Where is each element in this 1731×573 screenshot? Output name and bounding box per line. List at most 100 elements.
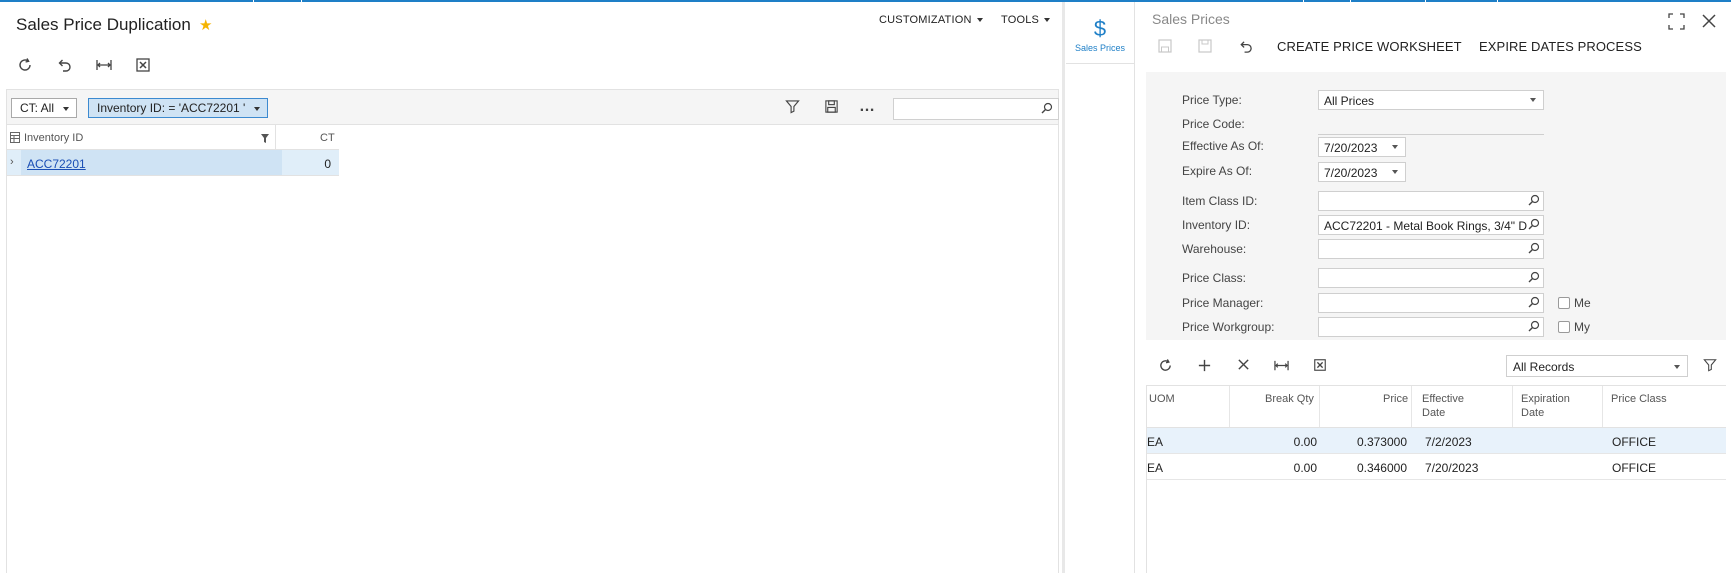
search-icon[interactable] — [1528, 296, 1540, 311]
my-checkbox-label: My — [1574, 320, 1590, 334]
ct-cell: 0 — [324, 157, 331, 171]
sales-prices-tab-label: Sales Prices — [1074, 43, 1126, 53]
checkbox-box[interactable] — [1558, 297, 1570, 309]
grid-header: Inventory ID CT — [7, 125, 339, 150]
search-icon[interactable] — [1528, 271, 1540, 286]
me-checkbox[interactable]: Me — [1558, 296, 1591, 310]
column-header-effective-date[interactable]: Effective Date — [1422, 392, 1464, 420]
search-icon[interactable] — [1528, 320, 1540, 335]
side-panel-tabs: $ Sales Prices — [1065, 2, 1135, 573]
search-icon[interactable] — [1041, 102, 1053, 117]
my-checkbox[interactable]: My — [1558, 320, 1590, 334]
sales-prices-grid: UOM Break Qty Price Effective Date Expira… — [1146, 385, 1726, 573]
customization-menu[interactable]: CUSTOMIZATION — [879, 14, 983, 26]
warehouse-label: Warehouse: — [1182, 242, 1247, 256]
chevron-down-icon — [1044, 18, 1051, 23]
undo-icon[interactable] — [55, 57, 73, 75]
search-box[interactable] — [893, 98, 1059, 120]
close-icon[interactable] — [1701, 13, 1719, 31]
search-input[interactable] — [894, 99, 1034, 119]
fit-columns-icon[interactable] — [95, 57, 113, 75]
column-header-price[interactable]: Price — [1383, 392, 1408, 406]
price-type-value: All Prices — [1324, 94, 1375, 108]
expire-dates-process-button[interactable]: EXPIRE DATES PROCESS — [1479, 39, 1642, 54]
column-header-inventory-id[interactable]: Inventory ID — [24, 132, 83, 144]
save-filter-icon[interactable] — [822, 99, 840, 117]
save-and-close-icon[interactable] — [1196, 39, 1214, 57]
chevron-down-icon — [1530, 98, 1536, 102]
chevron-down-icon — [1392, 170, 1398, 174]
filter-icon[interactable] — [783, 99, 801, 117]
grid-header: UOM Break Qty Price Effective Date Expira… — [1147, 386, 1726, 428]
price-workgroup-field[interactable] — [1318, 317, 1544, 337]
excel-export-icon[interactable] — [134, 57, 152, 75]
refresh-icon[interactable] — [1156, 358, 1174, 376]
effective-date-cell: 7/2/2023 — [1425, 435, 1472, 449]
price-class-cell: OFFICE — [1612, 461, 1656, 475]
break-qty-cell: 0.00 — [1293, 461, 1317, 475]
save-icon[interactable] — [1156, 39, 1174, 57]
chevron-down-icon — [976, 18, 983, 23]
table-row[interactable]: EA 0.00 0.346000 7/20/2023 OFFICE — [1147, 454, 1726, 480]
sales-prices-panel: Sales Prices CREATE PRICE WORKSHEET EXPI… — [1136, 2, 1731, 573]
break-qty-cell: 0.00 — [1293, 435, 1317, 449]
effective-as-of-date[interactable]: 7/20/2023 — [1318, 137, 1406, 157]
item-class-id-label: Item Class ID: — [1182, 194, 1258, 208]
column-selector-icon[interactable] — [10, 132, 20, 146]
customization-menu-label: CUSTOMIZATION — [879, 14, 972, 26]
table-row[interactable]: › ACC72201 0 — [7, 150, 339, 176]
add-row-icon[interactable] — [1195, 358, 1213, 376]
expire-as-of-date[interactable]: 7/20/2023 — [1318, 162, 1406, 182]
excel-export-icon[interactable] — [1311, 358, 1329, 376]
price-manager-field[interactable] — [1318, 293, 1544, 313]
page-title: Sales Price Duplication — [16, 15, 191, 34]
sales-prices-tab[interactable]: $ Sales Prices — [1066, 8, 1134, 64]
filter-form: Price Type: All Prices Price Code: Effec… — [1146, 72, 1726, 340]
undo-icon[interactable] — [1236, 39, 1254, 57]
column-header-expiration-date[interactable]: Expiration Date — [1521, 392, 1570, 420]
ct-filter-chip[interactable]: CT: All — [11, 98, 78, 118]
column-header-uom[interactable]: UOM — [1149, 392, 1175, 406]
price-code-label: Price Code: — [1182, 117, 1245, 131]
search-icon[interactable] — [1528, 242, 1540, 257]
price-cell: 0.346000 — [1356, 461, 1407, 475]
price-manager-label: Price Manager: — [1182, 296, 1264, 310]
maximize-icon[interactable] — [1668, 13, 1686, 31]
tools-menu[interactable]: TOOLS — [1001, 14, 1051, 26]
price-type-label: Price Type: — [1182, 93, 1242, 107]
create-price-worksheet-button[interactable]: CREATE PRICE WORKSHEET — [1277, 39, 1462, 54]
effective-date-cell: 7/20/2023 — [1425, 461, 1479, 475]
inventory-id-link[interactable]: ACC72201 — [27, 157, 86, 171]
more-options-icon[interactable]: … — [858, 99, 876, 117]
item-class-id-field[interactable] — [1318, 191, 1544, 211]
fit-columns-icon[interactable] — [1272, 358, 1290, 376]
delete-row-icon[interactable] — [1234, 358, 1252, 376]
refresh-icon[interactable] — [16, 57, 34, 75]
inventory-filter-chip[interactable]: Inventory ID: = 'ACC72201 ' — [88, 98, 269, 118]
effective-as-of-label: Effective As Of: — [1182, 139, 1264, 153]
tools-menu-label: TOOLS — [1001, 14, 1040, 26]
search-icon[interactable] — [1528, 194, 1540, 209]
records-filter-select[interactable]: All Records — [1506, 355, 1688, 377]
checkbox-box[interactable] — [1558, 321, 1570, 333]
ct-filter-chip-label: CT: All — [20, 101, 55, 115]
column-header-ct[interactable]: CT — [320, 132, 335, 144]
main-screen: Sales Price Duplication ★ CUSTOMIZATION … — [0, 2, 1062, 573]
me-checkbox-label: Me — [1574, 296, 1591, 310]
search-icon[interactable] — [1528, 218, 1540, 233]
expand-row-icon[interactable]: › — [10, 156, 14, 168]
warehouse-field[interactable] — [1318, 239, 1544, 259]
filter-icon[interactable] — [1701, 358, 1719, 376]
column-filter-icon[interactable] — [261, 132, 269, 146]
price-class-field[interactable] — [1318, 268, 1544, 288]
column-header-price-class[interactable]: Price Class — [1611, 392, 1667, 406]
uom-cell: EA — [1147, 461, 1164, 475]
price-code-field[interactable] — [1318, 134, 1544, 135]
column-header-break-qty[interactable]: Break Qty — [1265, 392, 1314, 406]
price-workgroup-label: Price Workgroup: — [1182, 320, 1275, 334]
table-row[interactable]: EA 0.00 0.373000 7/2/2023 OFFICE — [1147, 428, 1726, 454]
price-type-select[interactable]: All Prices — [1318, 90, 1544, 110]
effective-as-of-value: 7/20/2023 — [1324, 141, 1378, 155]
favorite-star-icon[interactable]: ★ — [199, 16, 212, 34]
inventory-id-field[interactable]: ACC72201 - Metal Book Rings, 3/4" D — [1318, 215, 1544, 235]
